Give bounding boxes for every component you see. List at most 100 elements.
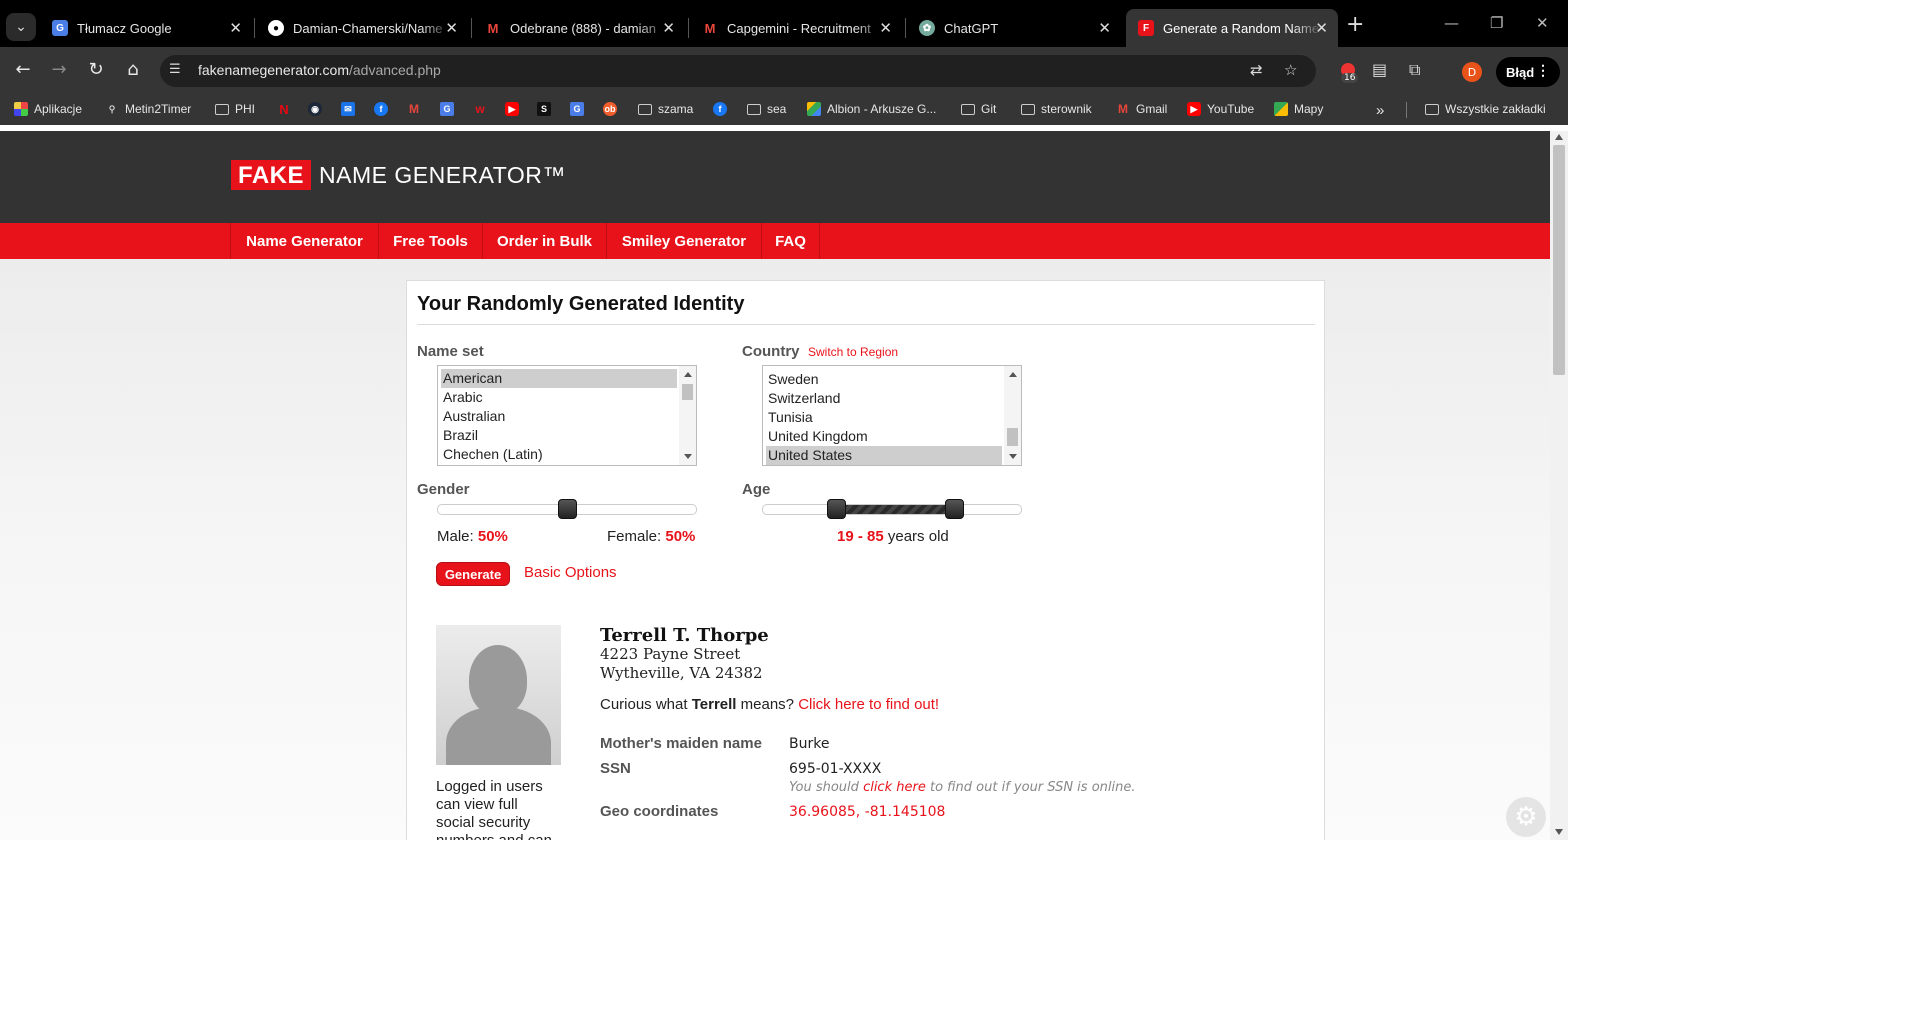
extension-printer-icon[interactable]: ▤ [1372,60,1387,79]
bookmark-albion[interactable]: Albion - Arkusze G... [807,102,936,116]
site-info-icon[interactable]: ☰ [169,62,187,80]
nav-order-in-bulk[interactable]: Order in Bulk [482,223,606,259]
settings-gear-icon[interactable]: ⚙ [1506,797,1546,837]
home-icon[interactable]: ⌂ [121,59,145,80]
bookmark-w[interactable]: w [473,102,493,116]
restore-icon[interactable]: ❐ [1490,14,1503,32]
bookmark-gmail-2[interactable]: M Gmail [1116,102,1167,116]
bookmark-gmail[interactable]: M [407,102,427,116]
bookmark-facebook[interactable]: f [374,102,394,116]
bookmark-translate-2[interactable]: G [570,102,590,116]
gmail-icon: M [704,20,716,36]
country-listbox[interactable]: Sweden Switzerland Tunisia United Kingdo… [762,365,1022,466]
tab-google-translate[interactable]: G Tłumacz Google ✕ [40,9,252,47]
name-set-option[interactable]: Brazil [441,426,478,445]
nav-free-tools[interactable]: Free Tools [378,223,482,259]
age-max-handle[interactable] [944,499,964,519]
bookmark-metin2timer[interactable]: ⚲ Metin2Timer [105,102,192,116]
name-set-option[interactable]: Arabic [441,388,483,407]
error-chip-button[interactable]: Błąd ⋮ [1496,57,1560,87]
bookmark-folder-szama[interactable]: szama [638,102,693,116]
ssn-check-link[interactable]: click here [863,780,926,795]
nav-faq[interactable]: FAQ [761,223,820,259]
tab-fake-name-generator[interactable]: F Generate a Random Name ✕ [1126,9,1338,47]
tab-chatgpt[interactable]: ✿ ChatGPT ✕ [907,9,1121,47]
bookmark-youtube[interactable]: ▶ [505,102,525,116]
close-window-icon[interactable]: ✕ [1536,14,1549,32]
country-option[interactable]: Sweden [766,370,819,389]
switch-to-region-link[interactable]: Switch to Region [808,345,898,359]
scrollbar-thumb[interactable] [1553,145,1565,375]
close-tab-icon[interactable]: ✕ [662,19,675,37]
nav-smiley-generator[interactable]: Smiley Generator [606,223,761,259]
bookmark-translate[interactable]: G [440,102,460,116]
forward-icon[interactable]: → [47,59,71,80]
basic-options-link[interactable]: Basic Options [524,564,617,581]
tab-gmail-inbox[interactable]: M Odebrane (888) - damian ✕ [473,9,685,47]
bookmark-folder-sterownik[interactable]: sterownik [1021,102,1092,116]
geo-coordinates-link[interactable]: 36.96085, -81.145108 [789,804,945,820]
gmail-icon: M [487,20,499,36]
extensions-puzzle-icon[interactable]: ⧉ [1409,60,1420,80]
bookmark-folder-phi[interactable]: PHI [215,102,255,116]
bookmark-netflix[interactable]: N [277,102,297,117]
bookmark-folder-git[interactable]: Git [961,102,996,116]
bookmark-s[interactable]: S [537,102,557,116]
age-min-handle[interactable] [827,499,847,519]
name-meaning-link[interactable]: Click here to find out! [798,696,939,713]
bookmark-apps[interactable]: Aplikacje [14,102,82,116]
country-option[interactable]: United Kingdom [766,427,868,446]
address-bar[interactable]: ☰ fakenamegenerator.com/advanced.php ⇄ ☆ [160,55,1316,87]
geo-label: Geo coordinates [600,803,719,820]
youtube-icon: ▶ [1187,102,1201,116]
close-tab-icon[interactable]: ✕ [1315,19,1328,37]
gender-slider-handle[interactable] [557,499,577,519]
new-tab-button[interactable]: + [1346,14,1364,36]
profile-avatar[interactable]: D [1462,62,1482,82]
site-nav: Name Generator Free Tools Order in Bulk … [0,223,1550,259]
bookmark-youtube-2[interactable]: ▶ YouTube [1187,102,1254,116]
logo-name-text: NAME GENERATOR™ [319,161,566,188]
reload-icon[interactable]: ↻ [84,59,108,80]
name-set-option[interactable]: American [441,369,677,388]
close-tab-icon[interactable]: ✕ [879,19,892,37]
bookmark-facebook-2[interactable]: f [713,102,733,116]
translate-icon[interactable]: ⇄ [1250,61,1263,79]
bookmark-maps[interactable]: Mapy [1274,102,1323,116]
back-icon[interactable]: ← [11,59,35,80]
tab-github[interactable]: ● Damian-Chamerski/Name ✕ [256,9,468,47]
close-tab-icon[interactable]: ✕ [229,19,242,37]
country-option[interactable]: Tunisia [766,408,813,427]
web-page: FAKE NAME GENERATOR™ Name Generator Free… [0,131,1550,840]
bookmark-outlook[interactable]: ✉ [341,102,361,116]
gender-slider[interactable] [437,499,697,519]
site-logo[interactable]: FAKE NAME GENERATOR™ [231,160,566,190]
scroll-down-icon[interactable] [1555,829,1563,835]
ssn-value: 695-01-XXXX [789,761,882,777]
google-translate-icon: G [52,20,68,36]
name-set-option[interactable]: Chechen (Latin) [441,445,543,464]
bookmarks-overflow-icon[interactable]: » [1376,102,1384,119]
country-option[interactable]: United States [766,446,1002,465]
bookmark-star-icon[interactable]: ☆ [1284,61,1297,79]
close-tab-icon[interactable]: ✕ [445,19,458,37]
listbox-scrollbar[interactable] [679,366,696,465]
name-set-listbox[interactable]: American Arabic Australian Brazil Cheche… [437,365,697,466]
tab-search-button[interactable]: ⌄ [6,13,36,41]
generate-button[interactable]: Generate [436,562,510,586]
country-option[interactable]: Switzerland [766,389,840,408]
gender-label: Gender [417,481,470,498]
page-scrollbar[interactable] [1550,131,1568,840]
bookmark-all-bookmarks[interactable]: Wszystkie zakładki [1425,102,1546,116]
close-tab-icon[interactable]: ✕ [1098,19,1111,37]
nav-name-generator[interactable]: Name Generator [230,223,378,259]
name-set-option[interactable]: Australian [441,407,505,426]
scroll-up-icon[interactable] [1555,134,1563,140]
minimize-icon[interactable]: — [1444,14,1459,32]
bookmark-folder-sea[interactable]: sea [747,102,786,116]
bookmark-ob[interactable]: ob [603,102,623,116]
tab-gmail-capgemini[interactable]: M Capgemini - Recruitment ✕ [690,9,902,47]
age-slider[interactable] [762,499,1022,519]
bookmark-steam[interactable]: ◉ [308,102,328,116]
listbox-scrollbar[interactable] [1004,366,1021,465]
